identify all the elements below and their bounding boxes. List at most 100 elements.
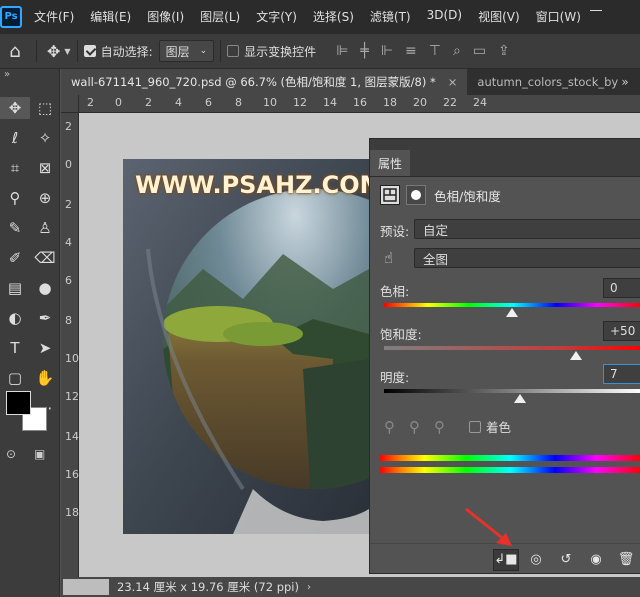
saturation-slider[interactable] <box>384 346 640 350</box>
ruler-tick-label: 20 <box>413 96 427 109</box>
menu-layer[interactable]: 图层(L) <box>192 8 248 25</box>
tab-document-active[interactable]: wall-671141_960_720.psd @ 66.7% (色相/饱和度 … <box>61 69 468 95</box>
foreground-color[interactable] <box>6 391 31 415</box>
saturation-label: 饱和度: <box>380 327 422 342</box>
healing-tool-icon[interactable]: ⊕ <box>30 187 60 209</box>
screen-mode-icon[interactable]: ▣ <box>34 447 45 461</box>
ruler-tick-label: 0 <box>115 96 122 109</box>
auto-select-checkbox[interactable] <box>83 45 96 57</box>
trash-icon[interactable]: 🗑 <box>613 549 639 571</box>
hue-value-input[interactable]: 0 <box>603 278 640 298</box>
menu-window[interactable]: 窗口(W) <box>528 8 589 25</box>
crop-tool-icon[interactable]: ⌗ <box>0 157 30 179</box>
annotation-arrow-icon <box>465 507 512 546</box>
tool-preset-caret-icon[interactable]: ▼ <box>64 47 70 56</box>
eyedropper-icon[interactable]: ⚲ <box>384 418 395 436</box>
eyedropper-subtract-icon[interactable]: ⚲ <box>434 418 445 436</box>
tab-document-inactive[interactable]: autumn_colors_stock_by <box>467 69 628 95</box>
minimize-icon[interactable] <box>590 10 602 11</box>
status-bar: 23.14 厘米 x 19.76 厘米 (72 ppi) › <box>61 577 640 597</box>
magic-wand-tool-icon[interactable]: ✧ <box>30 127 60 149</box>
lightness-slider-thumb[interactable] <box>514 394 526 403</box>
search-icon[interactable]: ⌕ <box>453 43 461 59</box>
source-color-bar <box>380 455 640 461</box>
ruler-tick-label: 4 <box>175 96 182 109</box>
colorize-checkbox[interactable] <box>469 420 481 433</box>
menu-filter[interactable]: 滤镜(T) <box>362 8 419 25</box>
lightness-value-input[interactable]: 7 <box>603 364 640 384</box>
reset-icon[interactable]: ↺ <box>553 549 579 571</box>
share-icon[interactable]: ⇪ <box>498 43 510 59</box>
hue-slider[interactable] <box>384 303 640 307</box>
stamp-tool-icon[interactable]: ♙ <box>30 217 60 239</box>
targeted-adjustment-icon[interactable]: ☝ <box>384 249 393 267</box>
align-center-icon[interactable]: ╪ <box>360 43 368 59</box>
lasso-tool-icon[interactable]: ℓ <box>0 127 30 149</box>
close-icon[interactable]: × <box>448 75 458 89</box>
pen-tool-icon[interactable]: ✒ <box>30 307 60 329</box>
saturation-value-input[interactable]: +50 <box>603 321 640 341</box>
lightness-slider[interactable] <box>384 389 640 393</box>
clip-to-layer-button[interactable]: ↲■ <box>493 548 519 571</box>
panel-drag-bar[interactable] <box>370 139 640 151</box>
menu-select[interactable]: 选择(S) <box>305 8 362 25</box>
ruler-horizontal[interactable]: 2 0 2 4 6 8 10 12 14 16 18 20 22 24 <box>79 95 640 113</box>
hue-saturation-icon[interactable] <box>380 185 400 205</box>
menu-items: 文件(F) 编辑(E) 图像(I) 图层(L) 文字(Y) 选择(S) 滤镜(T… <box>26 8 589 25</box>
menu-3d[interactable]: 3D(D) <box>419 8 470 25</box>
color-swatches[interactable] <box>4 389 56 437</box>
eraser-tool-icon[interactable]: ⌫ <box>30 247 60 269</box>
ruler-vertical[interactable]: 2 0 2 4 6 8 10 12 14 16 18 <box>61 113 79 577</box>
channel-dropdown[interactable]: 全图 <box>414 248 640 268</box>
eyedropper-tool-icon[interactable]: ⚲ <box>0 187 30 209</box>
photoshop-logo[interactable]: Ps <box>0 5 22 28</box>
menu-image[interactable]: 图像(I) <box>139 8 192 25</box>
align-left-icon[interactable]: ⊫ <box>336 43 348 59</box>
gradient-tool-icon[interactable]: ▤ <box>0 277 30 299</box>
ruler-tick-label: 24 <box>473 96 487 109</box>
lightness-label-row: 明度: <box>370 367 640 386</box>
menu-file[interactable]: 文件(F) <box>26 8 82 25</box>
tabs-overflow-icon[interactable]: » <box>610 69 640 95</box>
type-tool-icon[interactable]: T <box>0 337 30 359</box>
distribute-icon[interactable]: ≡ <box>405 43 417 59</box>
tab-label: autumn_colors_stock_by <box>477 75 619 89</box>
collapse-icon[interactable]: » <box>4 69 10 80</box>
preset-dropdown[interactable]: 自定 <box>414 219 640 239</box>
separator <box>220 40 222 62</box>
workspace-icon[interactable]: ▭ <box>473 43 486 59</box>
marquee-tool-icon[interactable]: ⬚ <box>30 97 60 119</box>
blur-tool-icon[interactable]: ● <box>30 277 60 299</box>
frame-tool-icon[interactable]: ⊠ <box>30 157 60 179</box>
home-icon[interactable]: ⌂ <box>0 41 30 62</box>
move-tool-icon[interactable]: ✥ <box>0 97 30 119</box>
history-brush-tool-icon[interactable]: ✐ <box>0 247 30 269</box>
auto-select-target-dropdown[interactable]: 图层 ⌄ <box>158 40 215 62</box>
view-previous-state-icon[interactable]: ◎ <box>523 549 549 571</box>
visibility-eye-icon[interactable]: ◉ <box>583 549 609 571</box>
align-right-icon[interactable]: ⊩ <box>381 43 393 59</box>
move-tool-icon[interactable]: ✥ <box>47 42 60 61</box>
shape-tool-icon[interactable]: ▢ <box>0 367 30 389</box>
menu-edit[interactable]: 编辑(E) <box>82 8 139 25</box>
show-transform-checkbox[interactable] <box>227 45 240 57</box>
saturation-slider-thumb[interactable] <box>570 351 582 360</box>
tab-properties[interactable]: 属性 <box>370 150 411 176</box>
hand-tool-icon[interactable]: ✋ <box>30 367 60 389</box>
quick-mask-icon[interactable]: ⊙ <box>6 447 16 461</box>
more-icon[interactable]: ⊤ <box>429 43 441 59</box>
layer-mask-icon[interactable] <box>406 185 426 205</box>
eyedropper-add-icon[interactable]: ⚲ <box>409 418 420 436</box>
document-image[interactable]: WWW.PSAHZ.COM <box>123 159 369 534</box>
menu-view[interactable]: 视图(V) <box>470 8 528 25</box>
path-selection-tool-icon[interactable]: ➤ <box>30 337 60 359</box>
brush-tool-icon[interactable]: ✎ <box>0 217 30 239</box>
hue-slider-thumb[interactable] <box>506 308 518 317</box>
dodge-tool-icon[interactable]: ◐ <box>0 307 30 329</box>
menu-type[interactable]: 文字(Y) <box>248 8 305 25</box>
lightness-label: 明度: <box>380 370 410 385</box>
zoom-field[interactable] <box>63 579 109 595</box>
ruler-tick-label: 22 <box>443 96 457 109</box>
colorize-toggle[interactable]: 着色 <box>469 417 511 436</box>
status-menu-arrow[interactable]: › <box>307 582 311 593</box>
